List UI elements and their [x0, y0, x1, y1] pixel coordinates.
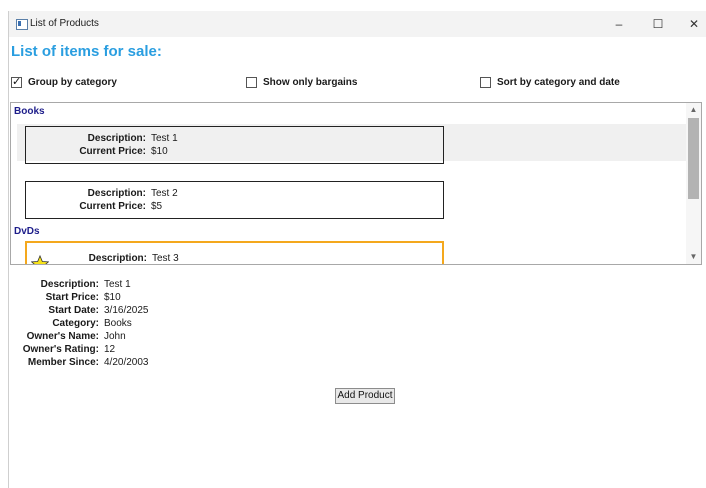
detail-label: Member Since:	[27, 357, 99, 368]
detail-label: Owner's Rating:	[22, 344, 99, 355]
scrollbar-thumb[interactable]	[688, 118, 699, 199]
products-listbox[interactable]: Books Description: Test 1 Current Price:…	[10, 102, 702, 265]
group-by-category-option[interactable]: Group by category	[11, 75, 117, 89]
scroll-down-arrow-icon[interactable]: ▼	[686, 250, 701, 264]
detail-label: Category:	[52, 318, 99, 329]
title-bar: List of Products – ☐ ✕	[9, 11, 706, 37]
detail-value: Books	[104, 318, 132, 329]
close-button[interactable]: ✕	[675, 11, 706, 37]
description-label: Description:	[87, 133, 146, 144]
detail-label: Start Date:	[48, 305, 99, 316]
show-only-bargains-label: Show only bargains	[263, 76, 358, 88]
group-header-dvds: DvDs	[14, 226, 40, 237]
product-item[interactable]: Description: Test 2 Current Price: $5	[25, 181, 444, 219]
detail-label: Owner's Name:	[26, 331, 99, 342]
maximize-button[interactable]: ☐	[639, 11, 677, 37]
sort-by-category-date-label: Sort by category and date	[497, 76, 620, 88]
sort-by-category-date-option[interactable]: Sort by category and date	[480, 75, 620, 89]
detail-value: 3/16/2025	[104, 305, 149, 316]
page-heading: List of items for sale:	[11, 43, 162, 60]
price-value: $10	[151, 146, 168, 157]
price-value: $5	[151, 201, 163, 212]
app-icon	[16, 19, 28, 30]
show-only-bargains-checkbox[interactable]	[246, 76, 257, 88]
add-product-button[interactable]: Add Product	[335, 388, 395, 404]
product-item-featured[interactable]: Description: Test 3	[25, 241, 444, 264]
group-by-category-checkbox[interactable]	[11, 75, 22, 88]
sort-by-category-date-checkbox[interactable]	[480, 76, 491, 88]
detail-value: 12	[104, 344, 116, 355]
description-value: Test 1	[151, 133, 178, 144]
group-header-books: Books	[14, 106, 45, 117]
group-by-category-label: Group by category	[28, 76, 117, 88]
description-label: Description:	[88, 253, 147, 264]
detail-value: 4/20/2003	[104, 357, 149, 368]
detail-value: $10	[104, 292, 121, 303]
price-label: Current Price:	[79, 201, 146, 212]
product-item[interactable]: Description: Test 1 Current Price: $10	[25, 126, 444, 164]
detail-value: John	[104, 331, 126, 342]
price-label: Current Price:	[79, 146, 146, 157]
description-value: Test 3	[152, 253, 179, 264]
detail-value: Test 1	[104, 279, 131, 290]
vertical-scrollbar[interactable]: ▲ ▼	[686, 103, 701, 264]
show-only-bargains-option[interactable]: Show only bargains	[246, 75, 357, 89]
detail-label: Description:	[40, 279, 99, 290]
description-label: Description:	[87, 188, 146, 199]
scroll-up-arrow-icon[interactable]: ▲	[686, 103, 701, 117]
minimize-button[interactable]: –	[600, 11, 638, 37]
window-title: List of Products	[30, 18, 99, 29]
detail-label: Start Price:	[45, 292, 99, 303]
description-value: Test 2	[151, 188, 178, 199]
